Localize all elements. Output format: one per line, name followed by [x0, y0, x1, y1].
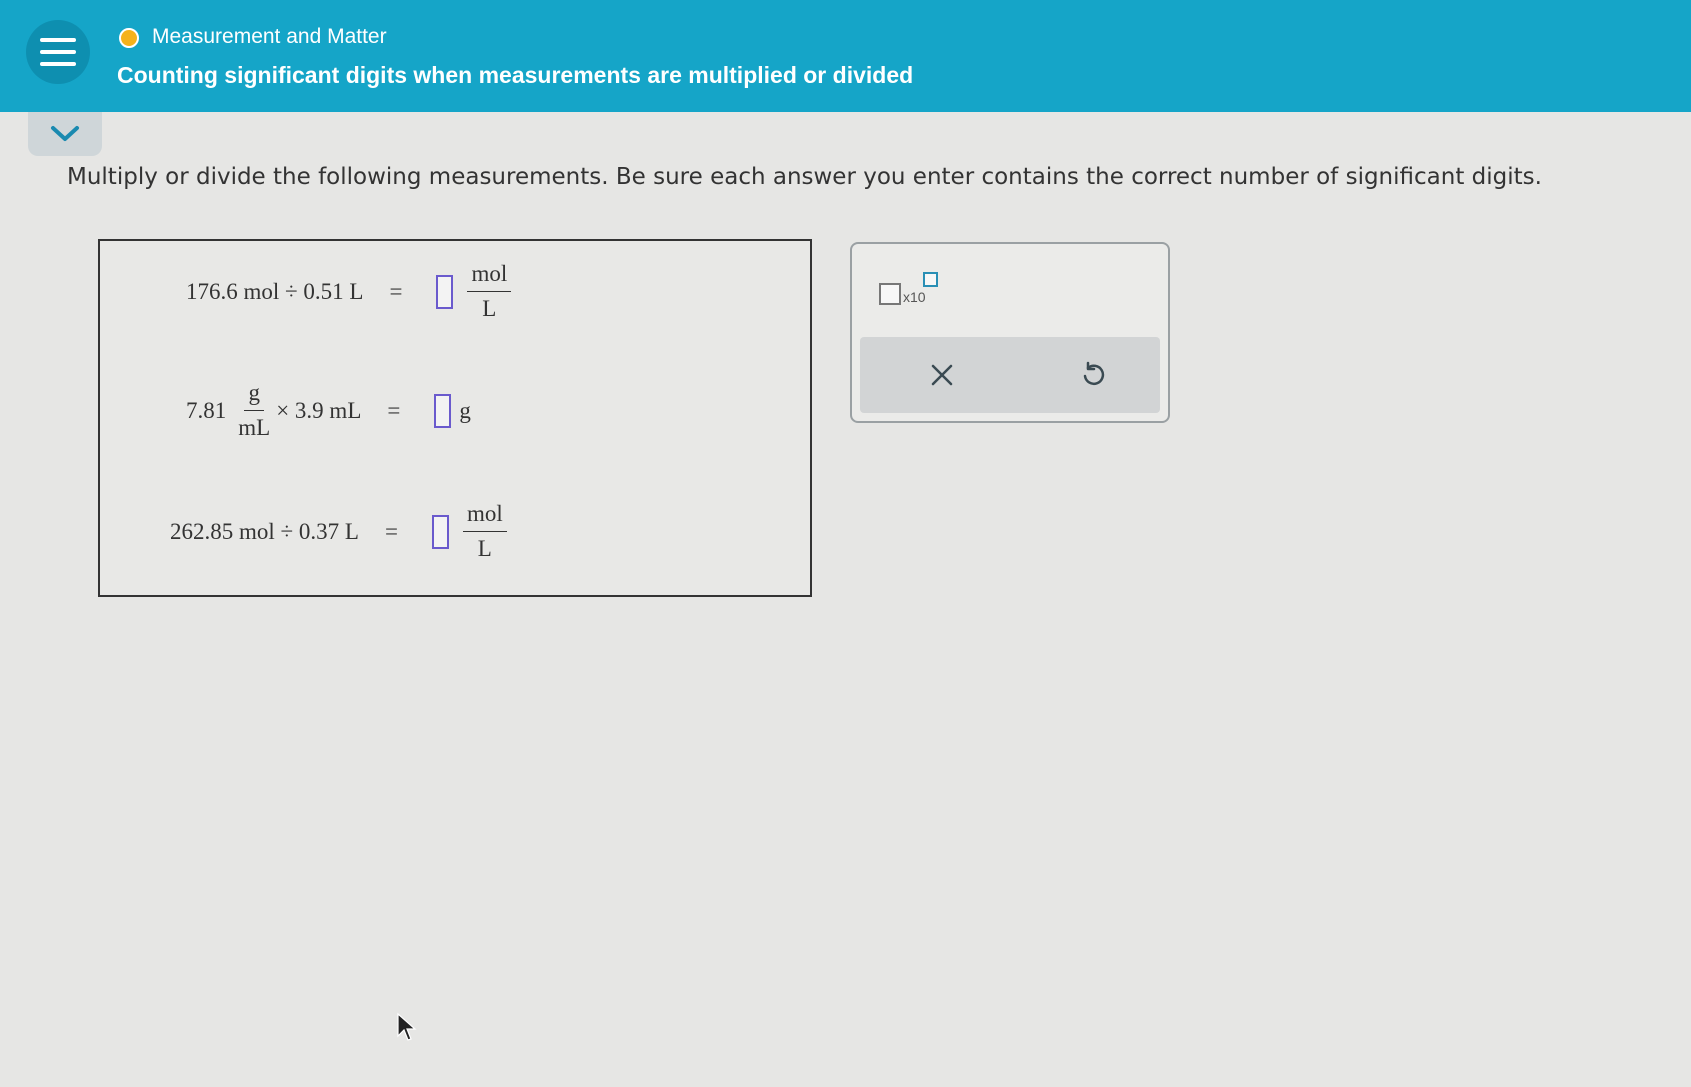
problem-1: 176.6 mol ÷ 0.51 L = mol L [186, 261, 517, 322]
answer-input-3[interactable] [431, 514, 449, 549]
chevron-down-icon [51, 126, 79, 141]
answer-input-1[interactable] [436, 274, 454, 309]
unit-denominator: L [477, 536, 492, 561]
sci-x10-label: x10 [903, 289, 926, 305]
equals-sign: = [389, 278, 403, 304]
equals-sign: = [387, 397, 401, 423]
sci-base-box [879, 283, 901, 305]
topic-name: Measurement and Matter [152, 25, 387, 48]
density-denominator: mL [238, 415, 271, 440]
unit-fraction: mol L [467, 261, 512, 322]
top-header: Measurement and Matter Counting signific… [0, 0, 1691, 112]
problem-3: 262.85 mol ÷ 0.37 L = mol L [170, 501, 513, 562]
topic-status-icon [119, 28, 139, 48]
density-numerator: g [244, 380, 264, 411]
hamburger-icon-line [40, 38, 76, 42]
action-bar [860, 337, 1160, 413]
instructions-text: Multiply or divide the following measure… [67, 164, 1542, 190]
hamburger-icon-line [40, 50, 76, 54]
hamburger-icon-line [40, 62, 76, 66]
unit-fraction: mol L [462, 501, 507, 562]
answer-input-2[interactable] [434, 393, 452, 428]
problems-panel: 176.6 mol ÷ 0.51 L = mol L 7.81 g mL × 3… [98, 239, 812, 597]
clear-button[interactable] [920, 353, 964, 397]
undo-button[interactable] [1071, 353, 1115, 397]
answer-unit: g [459, 397, 471, 423]
lesson-title: Counting significant digits when measure… [117, 62, 914, 88]
equals-sign: = [384, 518, 398, 544]
problem-2-value: 7.81 [186, 397, 227, 423]
close-icon [931, 364, 953, 386]
problem-2-rest: × 3.9 mL [276, 397, 362, 423]
answer-tools-panel: x10 [850, 242, 1170, 423]
unit-denominator: L [482, 296, 497, 321]
problem-1-expression: 176.6 mol ÷ 0.51 L [186, 278, 364, 304]
problem-3-expression: 262.85 mol ÷ 0.37 L [170, 518, 359, 544]
sci-exponent-box [923, 272, 938, 287]
undo-icon [1083, 361, 1105, 385]
density-fraction: g mL [238, 380, 270, 441]
collapse-toggle[interactable] [28, 112, 102, 156]
unit-numerator: mol [462, 501, 507, 532]
menu-button[interactable] [26, 20, 90, 84]
problem-2: 7.81 g mL × 3.9 mL = g [186, 380, 471, 441]
unit-numerator: mol [467, 261, 512, 292]
mouse-cursor-icon [397, 1012, 417, 1041]
